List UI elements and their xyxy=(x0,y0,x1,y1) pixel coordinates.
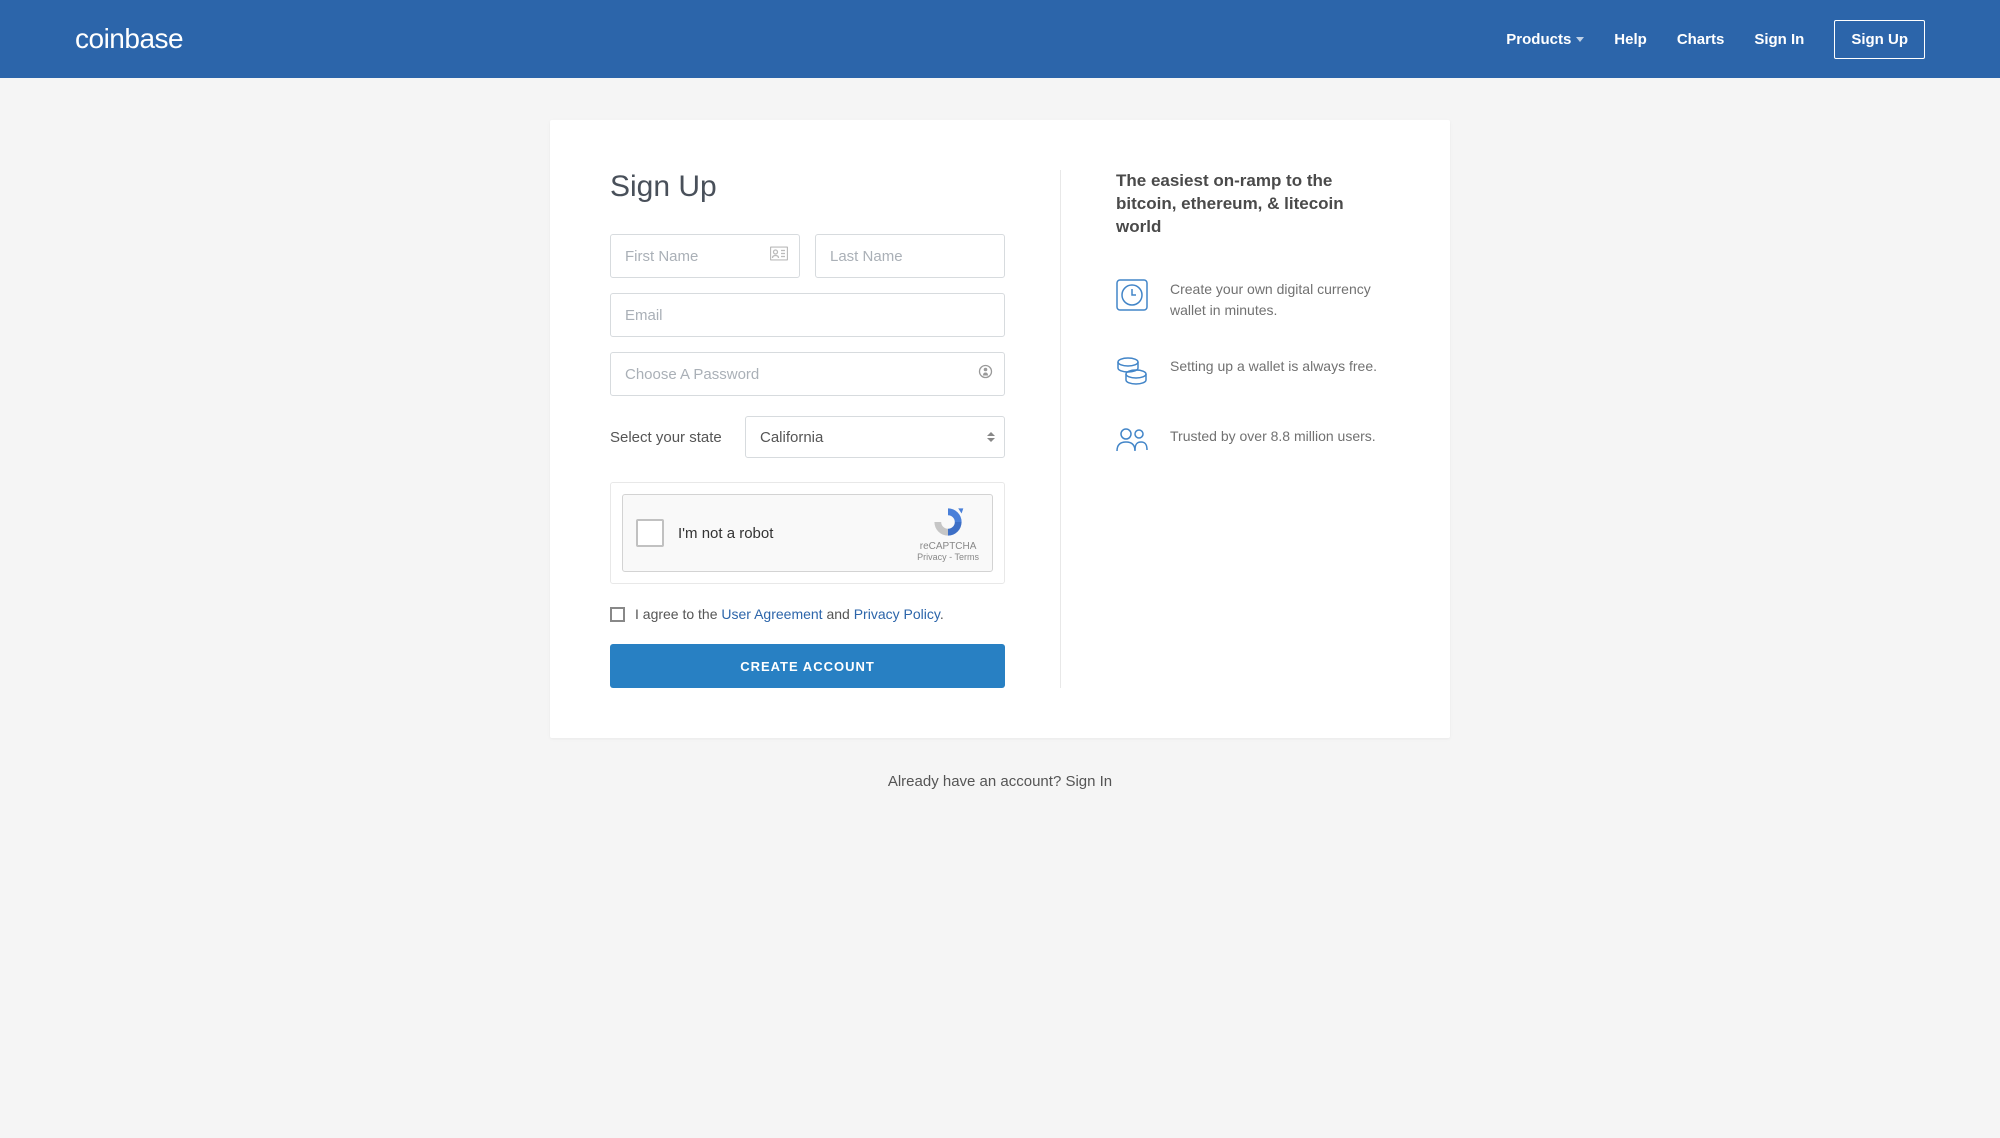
nav-products[interactable]: Products xyxy=(1506,31,1584,48)
feature-item: Create your own digital currency wallet … xyxy=(1116,279,1390,321)
password-input[interactable] xyxy=(610,352,1005,396)
nav-products-label: Products xyxy=(1506,31,1571,48)
nav-help[interactable]: Help xyxy=(1614,31,1647,48)
header: coinbase Products Help Charts Sign In Si… xyxy=(0,0,2000,78)
recaptcha-branding: reCAPTCHA Privacy - Terms xyxy=(917,505,979,562)
page-title: Sign Up xyxy=(610,170,1005,204)
footer-text: Already have an account? Sign In xyxy=(0,773,2000,790)
recaptcha-container: I'm not a robot reCAPTCHA Privacy - Term… xyxy=(610,482,1005,584)
clock-icon xyxy=(1116,279,1148,321)
recaptcha-links[interactable]: Privacy - Terms xyxy=(917,552,979,562)
chevron-down-icon xyxy=(1576,37,1584,42)
recaptcha-text: I'm not a robot xyxy=(678,525,917,542)
feature-text: Create your own digital currency wallet … xyxy=(1170,279,1390,321)
last-name-input[interactable] xyxy=(815,234,1005,278)
agree-row: I agree to the User Agreement and Privac… xyxy=(610,606,1005,622)
signup-card: Sign Up xyxy=(550,120,1450,738)
feature-text: Setting up a wallet is always free. xyxy=(1170,356,1377,391)
users-icon xyxy=(1116,426,1148,457)
nav: Products Help Charts Sign In Sign Up xyxy=(1506,20,1925,59)
recaptcha-checkbox[interactable] xyxy=(636,519,664,547)
logo[interactable]: coinbase xyxy=(75,23,183,55)
coins-icon xyxy=(1116,356,1148,391)
nav-signin[interactable]: Sign In xyxy=(1754,31,1804,48)
agree-checkbox[interactable] xyxy=(610,607,625,622)
privacy-policy-link[interactable]: Privacy Policy xyxy=(854,606,940,622)
recaptcha-widget: I'm not a robot reCAPTCHA Privacy - Term… xyxy=(622,494,993,572)
password-manager-icon[interactable] xyxy=(978,364,993,385)
recaptcha-icon xyxy=(931,505,965,539)
feature-text: Trusted by over 8.8 million users. xyxy=(1170,426,1376,457)
feature-item: Setting up a wallet is always free. xyxy=(1116,356,1390,391)
contact-card-icon xyxy=(770,247,788,266)
create-account-button[interactable]: CREATE ACCOUNT xyxy=(610,644,1005,688)
nav-charts[interactable]: Charts xyxy=(1677,31,1725,48)
user-agreement-link[interactable]: User Agreement xyxy=(721,606,822,622)
email-input[interactable] xyxy=(610,293,1005,337)
signup-form: Sign Up xyxy=(610,170,1060,688)
recaptcha-label: reCAPTCHA xyxy=(920,541,977,552)
feature-item: Trusted by over 8.8 million users. xyxy=(1116,426,1390,457)
footer-signin-link[interactable]: Sign In xyxy=(1065,773,1112,790)
state-label: Select your state xyxy=(610,429,725,446)
agree-text: I agree to the User Agreement and Privac… xyxy=(635,606,944,622)
nav-signup-button[interactable]: Sign Up xyxy=(1834,20,1925,59)
state-select[interactable]: California xyxy=(745,416,1005,458)
features-sidebar: The easiest on-ramp to the bitcoin, ethe… xyxy=(1060,170,1390,688)
sidebar-heading: The easiest on-ramp to the bitcoin, ethe… xyxy=(1116,170,1390,239)
